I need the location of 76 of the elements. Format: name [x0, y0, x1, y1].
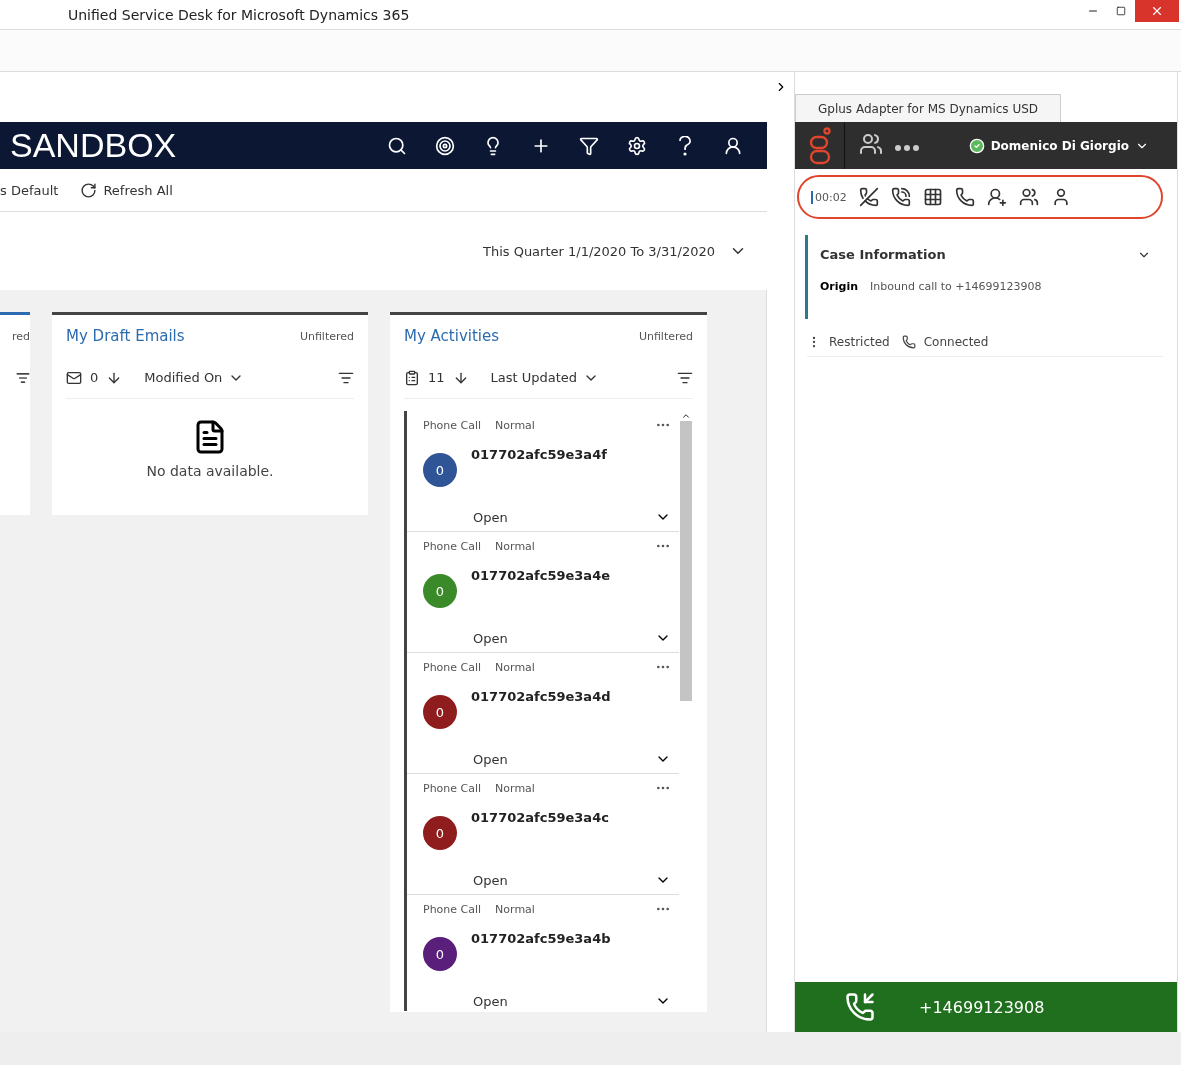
hang-up-icon	[858, 187, 879, 207]
activity-type: Phone Call	[423, 539, 482, 553]
activity-subject: 017702afc59e3a4e	[471, 568, 610, 583]
ready-status-icon	[968, 137, 985, 154]
avatar-circle: 0	[423, 574, 457, 608]
avatar-circle: 0	[423, 816, 457, 850]
origin-label: Origin	[820, 280, 859, 293]
contacts-icon	[859, 131, 883, 156]
settings-icon	[627, 135, 647, 156]
record-count: 11	[428, 370, 445, 385]
filter-label: Unfiltered	[299, 329, 354, 343]
status-label: Restricted	[829, 334, 890, 349]
card-title: My Activities	[404, 327, 500, 345]
record-count: 0	[90, 370, 99, 385]
activity-priority: Normal	[495, 781, 535, 795]
activity-subject: 017702afc59e3a4b	[471, 931, 611, 946]
keypad-icon	[922, 187, 943, 207]
activity-item[interactable]: Phone Call Normal 0 017702afc59e3a4d Open	[407, 653, 679, 774]
activity-priority: Normal	[495, 902, 535, 916]
status-label: Connected	[923, 334, 989, 349]
activity-status: Open	[473, 751, 508, 767]
filter-icon	[579, 135, 599, 156]
close-icon	[1150, 4, 1164, 18]
avatar-circle: 0	[423, 937, 457, 971]
app-title: SANDBOX	[10, 126, 178, 165]
agent-status-dropdown[interactable]: Domenico Di Giorgio	[962, 136, 1155, 155]
activity-priority: Normal	[495, 418, 535, 432]
search-icon	[387, 135, 407, 156]
activity-status: Open	[473, 630, 508, 646]
more-icon[interactable]	[895, 145, 919, 151]
sort-dropdown[interactable]: Last Updated	[490, 369, 669, 386]
window-title: Unified Service Desk for Microsoft Dynamics 365	[68, 6, 411, 23]
activity-subject: 017702afc59e3a4d	[471, 689, 611, 704]
call-timer: 00:02	[811, 190, 847, 204]
list-options-icon	[16, 371, 30, 385]
activity-type: Phone Call	[423, 418, 482, 432]
activity-type: Phone Call	[423, 902, 482, 916]
sort-dropdown[interactable]: Modified On	[144, 369, 330, 386]
filter-label: red	[11, 329, 30, 343]
adapter-tab[interactable]: Gplus Adapter for MS Dynamics USD	[795, 94, 1062, 122]
activity-priority: Normal	[495, 539, 535, 553]
activity-type: Phone Call	[423, 660, 482, 674]
logo-icon	[807, 126, 832, 165]
refresh-all-button[interactable]: Refresh All	[80, 181, 173, 199]
activity-status: Open	[473, 509, 508, 525]
activity-item[interactable]: Phone Call Normal 0 017702afc59e3a4e Open	[407, 532, 679, 653]
origin-value: Inbound call to +14699123908	[870, 280, 1042, 293]
phone-number: +14699123908	[919, 997, 1045, 1017]
maximize-icon	[1116, 6, 1126, 16]
user-icon	[723, 135, 743, 156]
clipboard-icon	[404, 369, 420, 386]
activity-subject: 017702afc59e3a4f	[471, 447, 607, 462]
command-button[interactable]: s Default	[0, 182, 59, 198]
target-icon	[435, 135, 455, 156]
phone-icon	[954, 187, 975, 207]
avatar-circle: 0	[423, 453, 457, 487]
activity-item[interactable]: Phone Call Normal 0 017702afc59e3a4c Open	[407, 774, 679, 895]
scroll-up-icon	[681, 411, 691, 421]
activity-status: Open	[473, 993, 508, 1009]
activity-status: Open	[473, 872, 508, 888]
avatar-circle: 0	[423, 695, 457, 729]
empty-message: No data available.	[146, 463, 274, 479]
activity-priority: Normal	[495, 660, 535, 674]
phone-call-icon	[845, 992, 875, 1022]
mail-icon	[66, 369, 82, 386]
activity-subject: 017702afc59e3a4c	[471, 810, 609, 825]
help-icon[interactable]	[678, 135, 692, 156]
filter-label: Unfiltered	[638, 329, 693, 343]
refresh-icon	[80, 181, 98, 199]
card-title: My Draft Emails	[66, 327, 185, 345]
case-information-header[interactable]: Case Information	[820, 247, 1151, 262]
phone-icon	[901, 334, 916, 349]
date-filter-dropdown[interactable]: This Quarter 1/1/2020 To 3/31/2020	[476, 241, 753, 261]
activity-type: Phone Call	[423, 781, 482, 795]
activity-item[interactable]: Phone Call Normal 0 017702afc59e3a4f Open	[407, 411, 679, 532]
activity-item[interactable]: Phone Call Normal 0 017702afc59e3a4b Open	[407, 895, 679, 1011]
